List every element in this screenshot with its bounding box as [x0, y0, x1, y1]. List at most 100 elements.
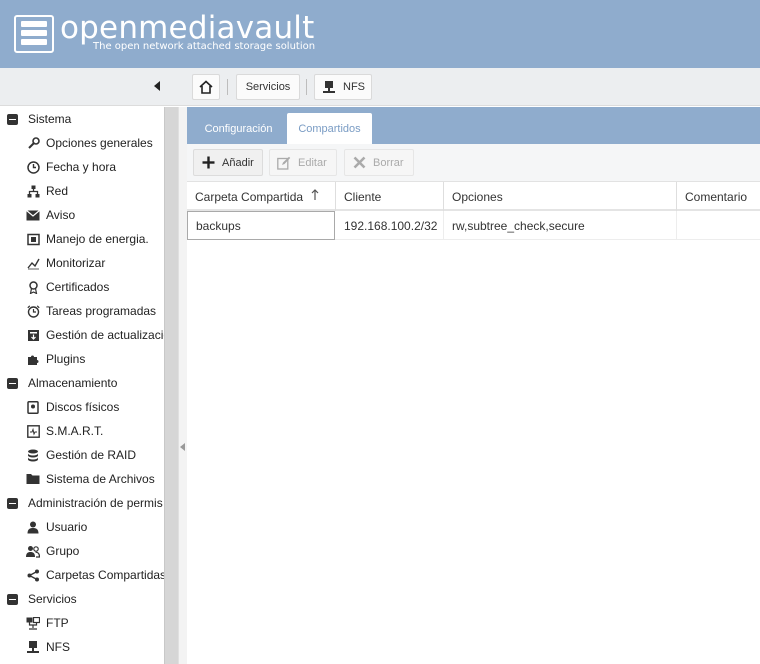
collapse-group-icon[interactable]	[7, 113, 18, 125]
puzzle-icon	[26, 352, 40, 366]
sidebar-item-label: Usuario	[46, 520, 88, 534]
sidebar-item-label: Red	[46, 184, 69, 198]
sidebar-item-label: FTP	[46, 616, 69, 630]
column-header-opciones[interactable]: Opciones	[444, 182, 677, 211]
disk-icon	[26, 400, 40, 414]
collapse-group-icon[interactable]	[7, 593, 18, 605]
delete-button[interactable]: Borrar	[344, 149, 414, 176]
collapse-group-icon[interactable]	[7, 497, 18, 509]
tab-compartidos[interactable]: Compartidos	[287, 113, 372, 144]
smart-icon	[26, 424, 40, 438]
power-icon	[26, 232, 40, 246]
sidebar-item-ftp[interactable]: FTP	[26, 611, 69, 635]
ftp-icon	[26, 616, 40, 630]
database-icon	[26, 448, 40, 462]
breadcrumb-nfs-label: NFS	[343, 81, 365, 93]
omv-logo-icon	[14, 15, 54, 53]
sidebar-item-carpetas-compartidas[interactable]: Carpetas Compartidas	[26, 563, 164, 587]
share-icon	[26, 568, 40, 582]
sidebar-item-label: S.M.A.R.T.	[46, 424, 104, 438]
sidebar-item-gestion-actualizaciones[interactable]: Gestión de actualizacic	[26, 323, 164, 347]
nfs-icon	[323, 80, 335, 94]
certificate-icon	[26, 280, 40, 294]
column-header-carpeta-compartida[interactable]: Carpeta Compartida	[187, 182, 336, 211]
sidebar-item-label: Fecha y hora	[46, 160, 117, 174]
sidebar-item-tareas-programadas[interactable]: Tareas programadas	[26, 299, 156, 323]
sidebar-item-smart[interactable]: S.M.A.R.T.	[26, 419, 103, 443]
tab-bar: Configuración Compartidos	[187, 107, 760, 144]
panel-splitter[interactable]	[178, 107, 187, 664]
edit-button-label: Editar	[298, 156, 327, 169]
cell-opciones[interactable]: rw,subtree_check,secure	[444, 211, 677, 240]
sidebar-item-aviso[interactable]: Aviso	[26, 203, 75, 227]
tree-group-sistema[interactable]: Sistema	[7, 107, 71, 131]
cell-cliente[interactable]: 192.168.100.2/32	[336, 211, 444, 240]
sidebar-scrollbar[interactable]	[164, 107, 178, 664]
update-icon	[26, 328, 40, 342]
sort-ascending-icon	[311, 189, 319, 204]
tree-group-label: Sistema	[28, 112, 72, 126]
plus-icon	[201, 156, 215, 170]
sidebar-item-gestion-raid[interactable]: Gestión de RAID	[26, 443, 136, 467]
sidebar-item-opciones-generales[interactable]: Opciones generales	[26, 131, 153, 155]
cell-comentario[interactable]	[677, 211, 760, 240]
close-icon	[352, 156, 366, 170]
delete-button-label: Borrar	[373, 156, 404, 169]
sidebar-item-plugins[interactable]: Plugins	[26, 347, 85, 371]
tab-configuracion[interactable]: Configuración	[195, 113, 282, 144]
sidebar-item-usuario[interactable]: Usuario	[26, 515, 87, 539]
navigation-tree: Sistema Opciones generales Fecha y hora …	[0, 107, 164, 664]
sidebar-item-label: Opciones generales	[46, 136, 153, 150]
breadcrumb-home-button[interactable]	[192, 74, 220, 100]
sidebar-item-label: Certificados	[46, 280, 110, 294]
sidebar-item-discos-fisicos[interactable]: Discos físicos	[26, 395, 119, 419]
sidebar-item-monitorizar[interactable]: Monitorizar	[26, 251, 105, 275]
add-button-label: Añadir	[222, 156, 254, 169]
column-header-label: Carpeta Compartida	[195, 189, 304, 204]
edit-button[interactable]: Editar	[269, 149, 337, 176]
tree-group-label: Administración de permis	[28, 496, 163, 510]
alarm-clock-icon	[26, 304, 40, 318]
folder-icon	[26, 472, 40, 486]
app-header: openmediavault The open network attached…	[0, 0, 760, 68]
network-icon	[26, 184, 40, 198]
tree-group-servicios[interactable]: Servicios	[7, 587, 77, 611]
column-header-comentario[interactable]: Comentario	[677, 182, 760, 211]
sidebar-item-label: Discos físicos	[46, 400, 120, 414]
tree-group-almacenamiento[interactable]: Almacenamiento	[7, 371, 117, 395]
sidebar-item-manejo-energia[interactable]: Manejo de energia.	[26, 227, 149, 251]
chart-line-icon	[26, 256, 40, 270]
nfs-icon	[26, 640, 40, 654]
collapse-sidebar-icon[interactable]	[154, 81, 160, 91]
sidebar-item-certificados[interactable]: Certificados	[26, 275, 109, 299]
collapse-group-icon[interactable]	[7, 377, 18, 389]
breadcrumb-item-nfs[interactable]: NFS	[314, 74, 372, 100]
tree-group-administracion-permisos[interactable]: Administración de permis	[7, 491, 163, 515]
sidebar-item-label: Tareas programadas	[46, 304, 157, 318]
user-icon	[26, 520, 40, 534]
sidebar-item-grupo[interactable]: Grupo	[26, 539, 79, 563]
sidebar-item-label: Gestión de actualizacic	[46, 328, 164, 342]
home-icon	[199, 80, 213, 94]
splitter-collapse-icon[interactable]	[180, 443, 185, 451]
envelope-icon	[26, 208, 40, 222]
sidebar-item-label: Grupo	[46, 544, 80, 558]
table-row[interactable]: backups 192.168.100.2/32 rw,subtree_chec…	[187, 211, 760, 240]
breadcrumb-item-servicios[interactable]: Servicios	[236, 74, 300, 100]
sidebar-item-label: Gestión de RAID	[46, 448, 137, 462]
sidebar-item-fecha-y-hora[interactable]: Fecha y hora	[26, 155, 116, 179]
add-button[interactable]: Añadir	[193, 149, 263, 176]
grid-toolbar: Añadir Editar Borrar	[187, 144, 760, 182]
cell-carpeta-compartida[interactable]: backups	[187, 211, 335, 240]
sidebar-item-nfs[interactable]: NFS	[26, 635, 70, 659]
sidebar-item-label: Plugins	[46, 352, 86, 366]
tree-group-label: Almacenamiento	[28, 376, 118, 390]
column-header-cliente[interactable]: Cliente	[336, 182, 444, 211]
sidebar-item-sistema-archivos[interactable]: Sistema de Archivos	[26, 467, 155, 491]
group-icon	[26, 544, 40, 558]
sidebar-item-red[interactable]: Red	[26, 179, 68, 203]
clock-icon	[26, 160, 40, 174]
edit-icon	[277, 156, 291, 170]
sidebar-item-label: NFS	[46, 640, 70, 654]
sidebar-item-label: Sistema de Archivos	[46, 472, 155, 486]
